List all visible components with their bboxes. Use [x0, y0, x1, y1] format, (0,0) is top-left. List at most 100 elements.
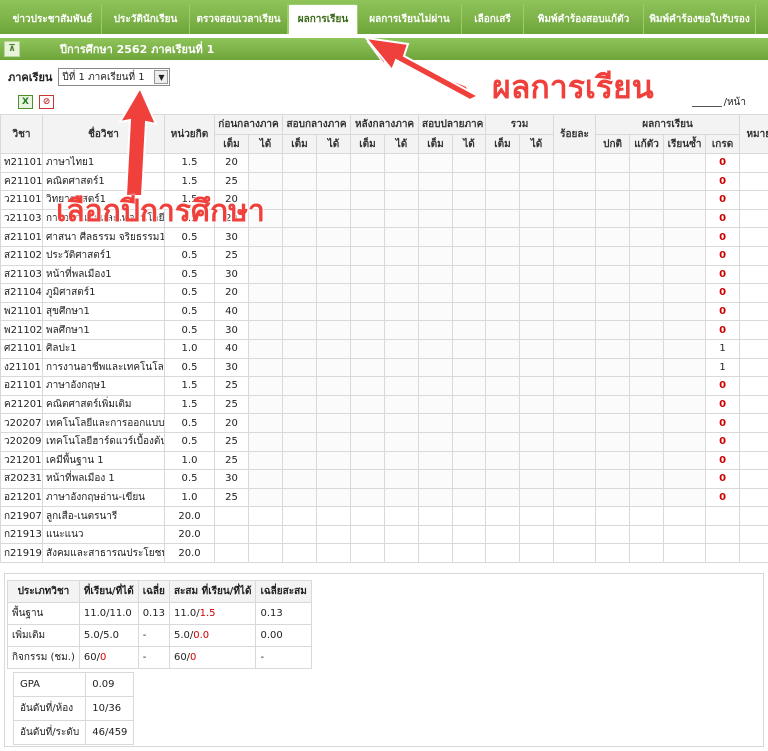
- row-score-cell: [553, 227, 597, 247]
- row-subject-code: ส21101: [0, 227, 43, 247]
- row-score-cell: [316, 450, 352, 471]
- term-select[interactable]: ปีที่ 1 ภาคเรียนที่ 1 ▼: [58, 68, 171, 86]
- table-row: ค21201 คณิตศาสตร์เพิ่มเติม 1.5 25 0: [0, 394, 768, 415]
- row-pre-full: 25: [214, 245, 249, 266]
- per-page-input: [691, 97, 722, 107]
- row-score-cell: [350, 283, 386, 303]
- row-result-cell: [595, 227, 631, 247]
- row-score-cell: [350, 357, 386, 378]
- row-subject-code: ส21102: [0, 245, 43, 266]
- row-score-cell: [282, 264, 318, 285]
- row-score-cell: [384, 487, 420, 508]
- row-score-cell: [350, 171, 386, 192]
- table-row: ก21907 ลูกเสือ-เนตรนารี 20.0: [0, 506, 768, 526]
- row-score-cell: [247, 283, 284, 303]
- nav-tab-7[interactable]: พิมพ์คำร้องขอใบรับรอง: [644, 4, 756, 34]
- row-score-cell: [418, 487, 454, 508]
- gpa-value: 0.09: [85, 672, 135, 697]
- row-grade: 0: [705, 153, 741, 173]
- row-score-cell: [418, 227, 454, 247]
- row-score-cell: [350, 153, 386, 173]
- row-result-cell: [595, 376, 631, 396]
- row-result-cell: [663, 357, 707, 378]
- row-subject-name: สุขศึกษา1: [42, 301, 165, 322]
- row-score-cell: [452, 376, 487, 396]
- table-row: ส21104 ภูมิศาสตร์1 0.5 20 0: [0, 283, 768, 303]
- row-score-cell: [384, 227, 420, 247]
- row-score-cell: [485, 208, 521, 229]
- nav-tab-1[interactable]: ประวัตินักเรียน: [102, 4, 190, 34]
- sum-acc-taken: 11.0/: [173, 608, 200, 619]
- row-pre-full: 30: [214, 320, 249, 340]
- sum-type: เพิ่มเติม: [7, 624, 80, 647]
- col-pre-mid: ก่อนกลางภาค: [213, 114, 284, 135]
- row-score-cell: [452, 171, 487, 192]
- row-remark: [739, 190, 768, 210]
- row-credit: 0.5: [164, 301, 215, 322]
- row-score-cell: [282, 469, 318, 489]
- nav-tab-0[interactable]: ข่าวประชาสัมพันธ์: [4, 4, 102, 34]
- row-score-cell: [553, 413, 597, 433]
- row-score-cell: [384, 394, 420, 415]
- row-result-cell: [663, 153, 707, 173]
- row-result-cell: [629, 487, 665, 508]
- row-result-cell: [595, 190, 631, 210]
- nav-tab-4[interactable]: ผลการเรียนไม่ผ่าน: [358, 4, 462, 34]
- nav-tab-5[interactable]: เลือกเสรี: [462, 4, 524, 34]
- collapse-icon[interactable]: ⊼: [4, 41, 20, 57]
- excel-export-icon[interactable]: X: [18, 95, 33, 109]
- row-score-cell: [247, 376, 284, 396]
- nav-tab-2[interactable]: ตรวจสอบเวลาเรียน: [190, 4, 288, 34]
- row-score-cell: [485, 171, 521, 192]
- row-subject-name: ภาษาอังกฤษ1: [42, 376, 165, 396]
- row-result-cell: [663, 245, 707, 266]
- row-score-cell: [282, 245, 318, 266]
- row-score-cell: [553, 394, 597, 415]
- row-score-cell: [418, 357, 454, 378]
- row-score-cell: [316, 264, 352, 285]
- row-result-cell: [629, 301, 665, 322]
- row-subject-code: ว20209: [0, 431, 43, 452]
- row-score-cell: [452, 153, 487, 173]
- clear-filter-icon[interactable]: ⊘: [39, 95, 54, 109]
- row-score-cell: [316, 283, 352, 303]
- row-result-cell: [595, 283, 631, 303]
- row-score-cell: [350, 264, 386, 285]
- row-score-cell: [384, 469, 420, 489]
- row-score-cell: [282, 171, 318, 192]
- row-subject-code: อ21201: [0, 487, 43, 508]
- gpa-label: GPA: [12, 672, 87, 697]
- row-grade: 0: [705, 320, 741, 340]
- row-score-cell: [519, 190, 555, 210]
- row-subject-name: หน้าที่พลเมือง 1: [42, 469, 165, 489]
- rank-level-label: อันดับที่/ระดับ: [12, 720, 87, 745]
- col-full: เต็ม: [418, 134, 454, 154]
- row-result-cell: [629, 394, 665, 415]
- sum-accumulated: 60/0: [168, 646, 257, 669]
- nav-tab-3[interactable]: ผลการเรียน: [288, 4, 358, 34]
- row-score-cell: [519, 394, 555, 415]
- row-score-cell: [452, 506, 487, 526]
- row-remark: [739, 264, 768, 285]
- row-result-cell: [663, 394, 707, 415]
- summary-row: กิจกรรม (ชม.) 60/0 - 60/0 -: [7, 646, 312, 669]
- chevron-down-icon[interactable]: ▼: [154, 70, 169, 84]
- row-grade: 0: [705, 413, 741, 433]
- row-score-cell: [316, 413, 352, 433]
- row-score-cell: [485, 153, 521, 173]
- row-score-cell: [384, 524, 420, 545]
- row-score-cell: [519, 264, 555, 285]
- row-score-cell: [247, 487, 284, 508]
- nav-tab-6[interactable]: พิมพ์คำร้องสอบแก้ตัว: [524, 4, 644, 34]
- row-remark: [739, 153, 768, 173]
- row-score-cell: [553, 469, 597, 489]
- row-remark: [739, 208, 768, 229]
- row-grade: 0: [705, 208, 741, 229]
- col-remark: หมายเหตุ: [739, 114, 768, 154]
- per-page-label: /หน้า: [723, 96, 746, 108]
- per-page-control[interactable]: /หน้า: [691, 93, 746, 111]
- table-row: ก21919 สังคมและสาธารณประโยชน์ 20.0: [0, 543, 768, 564]
- rank-room-value: 10/36: [85, 696, 135, 721]
- row-credit: 0.5: [164, 431, 215, 452]
- row-pre-full: 30: [214, 469, 249, 489]
